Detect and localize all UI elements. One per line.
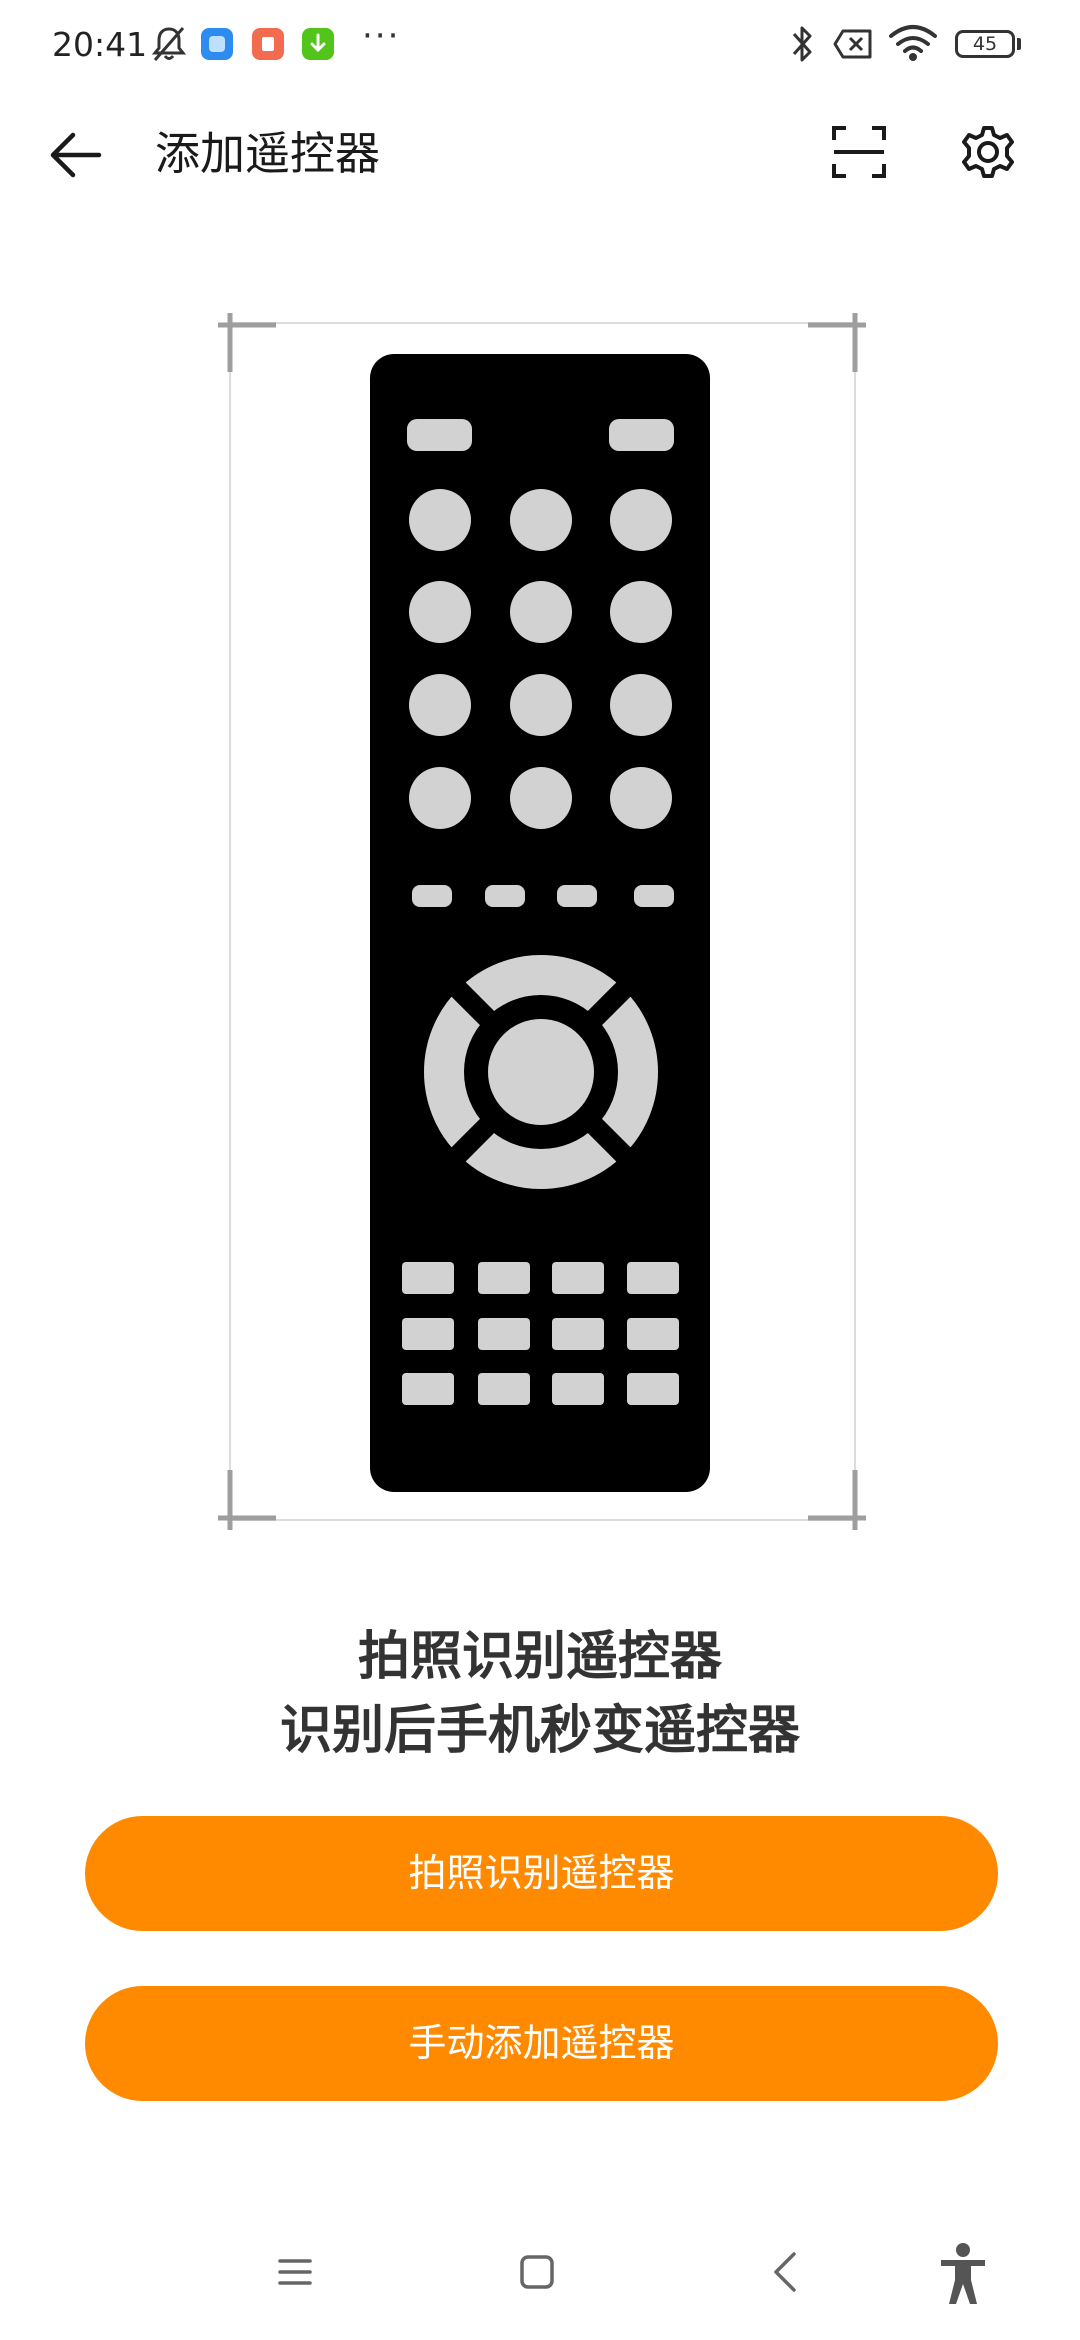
remote-menu-button	[609, 419, 674, 451]
remote-function-key	[627, 1373, 679, 1405]
remote-function-key	[552, 1262, 604, 1294]
remote-key	[610, 767, 672, 829]
remote-function-key	[402, 1373, 454, 1405]
remote-function-key	[627, 1262, 679, 1294]
back-icon[interactable]	[770, 2250, 800, 2294]
home-icon[interactable]	[518, 2253, 556, 2291]
remote-ok-button	[488, 1019, 594, 1125]
remote-key	[510, 674, 572, 736]
caption-line-2: 识别后手机秒变遥控器	[279, 1701, 800, 1761]
remote-control-illustration	[218, 313, 866, 1530]
remote-function-key	[478, 1318, 530, 1350]
remote-key	[409, 489, 471, 551]
remote-key	[409, 581, 471, 643]
remote-key	[409, 767, 471, 829]
remote-function-key	[402, 1318, 454, 1350]
photo-identify-button[interactable]: 拍照识别遥控器	[85, 1816, 998, 1931]
remote-function-key	[402, 1262, 454, 1294]
remote-key	[610, 674, 672, 736]
remote-function-key	[552, 1373, 604, 1405]
remote-key	[510, 767, 572, 829]
remote-small-button	[634, 885, 674, 907]
remote-key	[610, 489, 672, 551]
remote-key	[409, 674, 471, 736]
remote-key	[510, 489, 572, 551]
remote-function-key	[627, 1318, 679, 1350]
remote-small-button	[557, 885, 597, 907]
caption-line-1: 拍照识别遥控器	[357, 1627, 722, 1687]
manual-add-button[interactable]: 手动添加遥控器	[85, 1986, 998, 2101]
remote-small-button	[412, 885, 452, 907]
remote-key	[510, 581, 572, 643]
remote-function-key	[552, 1318, 604, 1350]
remote-key	[610, 581, 672, 643]
remote-power-button	[407, 419, 472, 451]
menu-icon[interactable]	[275, 2252, 315, 2292]
remote-small-button	[485, 885, 525, 907]
remote-function-key	[478, 1262, 530, 1294]
remote-function-key	[478, 1373, 530, 1405]
accessibility-icon[interactable]	[935, 2242, 991, 2306]
